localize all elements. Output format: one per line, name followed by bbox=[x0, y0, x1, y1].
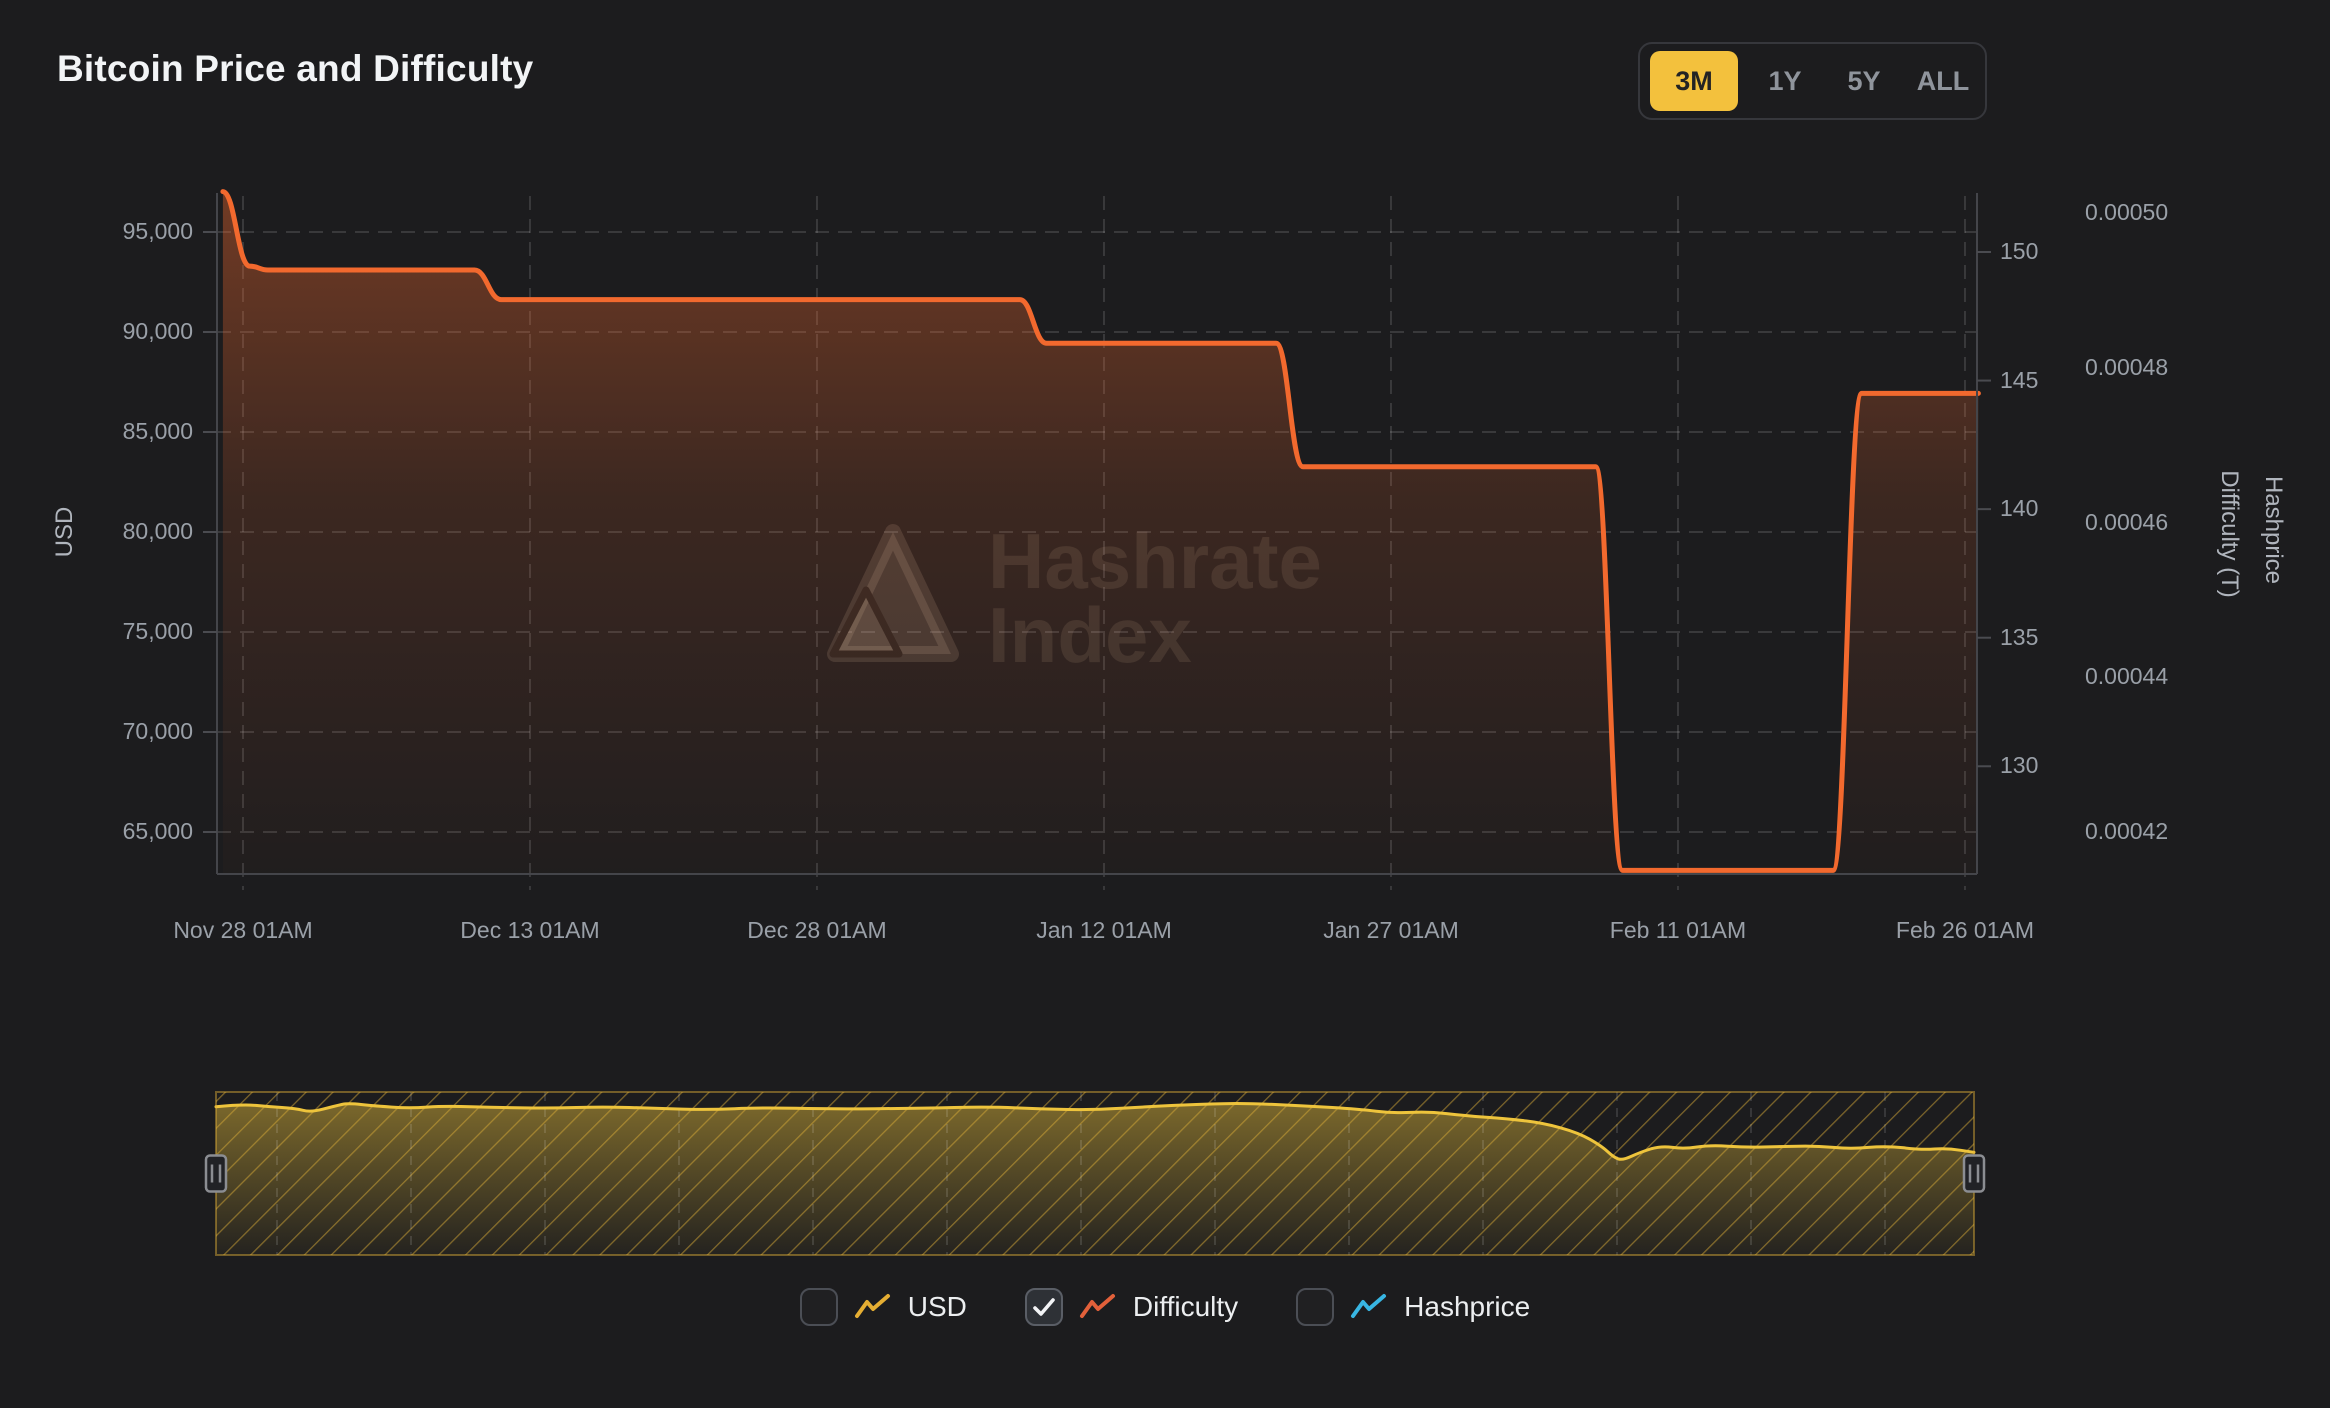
navigator-hatch bbox=[216, 1092, 1974, 1255]
x-axis-label: Feb 11 01AM bbox=[1588, 917, 1768, 944]
legend-label-difficulty: Difficulty bbox=[1133, 1291, 1238, 1323]
legend-item-difficulty[interactable]: Difficulty bbox=[1025, 1288, 1238, 1326]
difficulty-series-zigzag-icon bbox=[1079, 1293, 1117, 1321]
hashprice-axis-label: 0.00046 bbox=[2085, 509, 2168, 536]
usd-series-zigzag-icon bbox=[854, 1293, 892, 1321]
hashprice-axis-label: 0.00048 bbox=[2085, 354, 2168, 381]
x-axis-label: Jan 12 01AM bbox=[1014, 917, 1194, 944]
usd-axis-label: 90,000 bbox=[123, 318, 193, 345]
usd-axis-label: 85,000 bbox=[123, 418, 193, 445]
bitcoin-price-difficulty-chart: Bitcoin Price and Difficulty 3M1Y5YALL H… bbox=[0, 0, 2330, 1408]
difficulty-axis-label: 130 bbox=[2000, 752, 2038, 779]
hashprice-axis-label: 0.00050 bbox=[2085, 199, 2168, 226]
legend-label-usd: USD bbox=[908, 1291, 967, 1323]
usd-axis-label: 70,000 bbox=[123, 718, 193, 745]
usd-axis-label: 65,000 bbox=[123, 818, 193, 845]
legend-checkbox-usd[interactable] bbox=[800, 1288, 838, 1326]
legend-checkbox-difficulty[interactable] bbox=[1025, 1288, 1063, 1326]
difficulty-axis-label: 140 bbox=[2000, 495, 2038, 522]
difficulty-axis-label: 145 bbox=[2000, 367, 2038, 394]
x-axis-label: Dec 13 01AM bbox=[440, 917, 620, 944]
navigator-strip[interactable] bbox=[206, 1092, 1984, 1255]
x-axis-label: Jan 27 01AM bbox=[1301, 917, 1481, 944]
x-axis-label: Dec 28 01AM bbox=[727, 917, 907, 944]
navigator-left-handle[interactable] bbox=[206, 1156, 226, 1192]
hashprice-series-zigzag-icon bbox=[1350, 1293, 1388, 1321]
difficulty-axis-title: Difficulty (T) bbox=[2216, 470, 2243, 598]
difficulty-axis-label: 135 bbox=[2000, 624, 2038, 651]
difficulty-axis-label: 150 bbox=[2000, 238, 2038, 265]
hashprice-axis-label: 0.00042 bbox=[2085, 818, 2168, 845]
hashprice-axis-title: Hashprice bbox=[2260, 476, 2287, 584]
x-axis-label: Nov 28 01AM bbox=[153, 917, 333, 944]
hashprice-axis-label: 0.00044 bbox=[2085, 663, 2168, 690]
x-axis-label: Feb 26 01AM bbox=[1875, 917, 2055, 944]
checkmark-icon bbox=[1029, 1292, 1059, 1322]
legend-checkbox-hashprice[interactable] bbox=[1296, 1288, 1334, 1326]
usd-axis-label: 80,000 bbox=[123, 518, 193, 545]
usd-axis-title: USD bbox=[51, 507, 78, 558]
navigator-right-handle[interactable] bbox=[1964, 1156, 1984, 1192]
legend: USD Difficulty Hashprice bbox=[0, 1288, 2330, 1326]
legend-item-hashprice[interactable]: Hashprice bbox=[1296, 1288, 1530, 1326]
chart-canvas: Hashrate Index USD Difficulty (T) Hashpr… bbox=[0, 0, 2330, 1408]
usd-axis-label: 95,000 bbox=[123, 218, 193, 245]
usd-axis-label: 75,000 bbox=[123, 618, 193, 645]
legend-label-hashprice: Hashprice bbox=[1404, 1291, 1530, 1323]
legend-item-usd[interactable]: USD bbox=[800, 1288, 967, 1326]
